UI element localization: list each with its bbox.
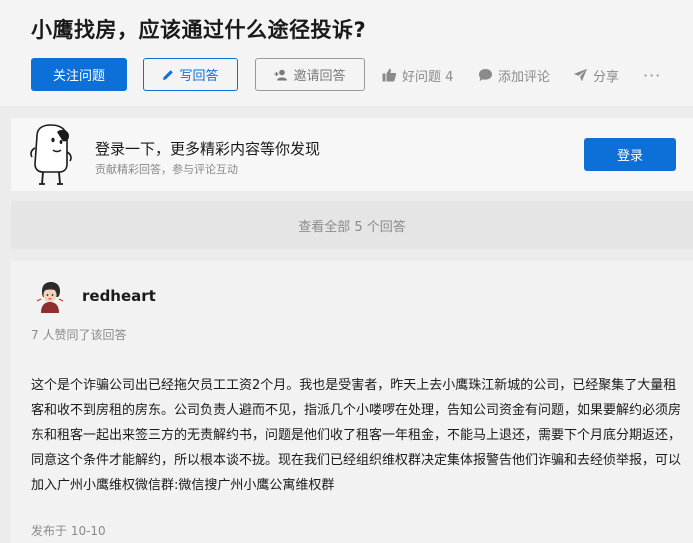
login-prompt-title: 登录一下，更多精彩内容等你发现 — [95, 140, 321, 158]
answer-vote-count: 7 人赞同了该回答 — [31, 328, 127, 342]
invite-answer-button[interactable]: 邀请回答 — [255, 58, 365, 91]
answer-publish-date: 发布于 10-10 — [31, 524, 106, 538]
login-prompt-card: 登录一下，更多精彩内容等你发现 贡献精彩回答，参与评论互动 登录 — [11, 118, 693, 191]
thumbs-up-icon — [382, 68, 397, 82]
write-answer-button[interactable]: 写回答 — [143, 58, 238, 91]
share-button[interactable]: 分享 — [573, 66, 620, 85]
answer-author-name[interactable]: redheart — [82, 287, 156, 305]
more-label: ··· — [643, 65, 662, 85]
follow-question-button[interactable]: 关注问题 — [31, 58, 127, 91]
avatar[interactable] — [33, 279, 67, 313]
question-title: 小鹰找房，应该通过什么途径投诉? — [31, 18, 367, 42]
answer-card: redheart 7 人赞同了该回答 这个是个诈骗公司出已经拖欠员工工资2个月。… — [11, 261, 693, 543]
add-comment-label: 添加评论 — [498, 69, 551, 85]
mascot-icon — [29, 124, 73, 190]
follow-question-label: 关注问题 — [52, 69, 105, 84]
answer-content: 这个是个诈骗公司出已经拖欠员工工资2个月。我也是受害者，昨天上去小鹰珠江新城的公… — [31, 378, 682, 493]
write-answer-label: 写回答 — [179, 69, 219, 84]
add-comment-button[interactable]: 添加评论 — [478, 66, 551, 85]
more-icon[interactable]: ··· — [643, 65, 662, 85]
good-question-button[interactable]: 好问题 4 — [382, 66, 454, 85]
login-prompt-subtitle: 贡献精彩回答，参与评论互动 — [95, 163, 238, 176]
login-button[interactable]: 登录 — [584, 138, 676, 171]
login-button-label: 登录 — [616, 149, 643, 164]
comment-icon — [478, 68, 493, 82]
question-header: 小鹰找房，应该通过什么途径投诉? 关注问题 写回答 邀请回答 好问题 4 添加评… — [0, 0, 693, 106]
good-question-label: 好问题 4 — [402, 69, 454, 85]
pencil-icon — [162, 69, 174, 81]
view-all-answers-label: 查看全部 5 个回答 — [298, 219, 406, 235]
share-icon — [573, 68, 588, 82]
invite-answer-label: 邀请回答 — [293, 69, 346, 84]
invite-user-icon — [274, 69, 288, 81]
share-label: 分享 — [593, 69, 620, 85]
view-all-answers-button[interactable]: 查看全部 5 个回答 — [11, 201, 693, 249]
